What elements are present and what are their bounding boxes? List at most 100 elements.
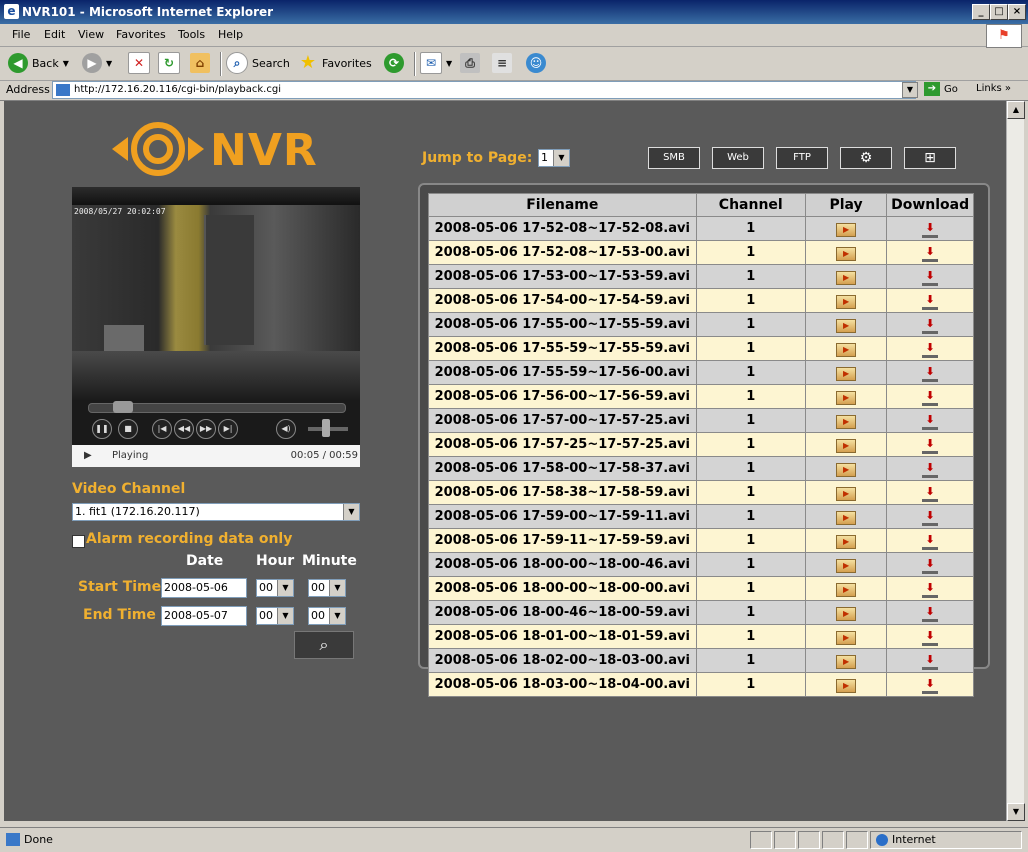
messenger-button[interactable]: ☺ [526, 52, 546, 74]
minimize-button[interactable]: _ [972, 4, 990, 20]
play-button[interactable]: ▶ [836, 414, 857, 429]
download-button[interactable]: ⬇ [922, 629, 939, 646]
play-button[interactable]: ▶ [836, 246, 857, 261]
settings-wrench-icon[interactable]: ⚙ [840, 147, 892, 169]
search-button[interactable]: ⌕ Search [226, 52, 290, 74]
alarm-checkbox[interactable] [72, 535, 85, 548]
download-button[interactable]: ⬇ [922, 221, 939, 238]
play-button[interactable]: ▶ [836, 558, 857, 573]
go-button[interactable]: ➔ Go [924, 82, 958, 96]
play-button[interactable]: ▶ [836, 534, 857, 549]
chevron-down-icon[interactable]: ▼ [277, 580, 293, 596]
mail-button[interactable]: ✉ ▼ [420, 52, 452, 74]
play-button[interactable]: ▶ [836, 510, 857, 525]
download-button[interactable]: ⬇ [922, 389, 939, 406]
start-hour-select[interactable]: 00 ▼ [256, 579, 294, 597]
download-button[interactable]: ⬇ [922, 653, 939, 670]
chevron-down-icon[interactable]: ▼ [553, 150, 569, 166]
chevron-down-icon[interactable]: ▼ [343, 504, 359, 520]
search-submit-button[interactable]: ⌕ [294, 631, 354, 659]
play-button[interactable]: ▶ [836, 318, 857, 333]
end-hour-select[interactable]: 00 ▼ [256, 607, 294, 625]
download-button[interactable]: ⬇ [922, 245, 939, 262]
play-button[interactable]: ▶ [836, 294, 857, 309]
download-button[interactable]: ⬇ [922, 581, 939, 598]
home-button[interactable]: ⌂ [190, 52, 210, 74]
scroll-up-button[interactable]: ▲ [1007, 101, 1025, 119]
download-button[interactable]: ⬇ [922, 437, 939, 454]
stop-playback-button[interactable]: ■ [118, 419, 138, 439]
play-button[interactable]: ▶ [836, 462, 857, 477]
download-button[interactable]: ⬇ [922, 341, 939, 358]
back-button[interactable]: ◀ Back ▼ [8, 52, 69, 74]
address-dropdown-button[interactable]: ▼ [902, 82, 918, 98]
links-button[interactable]: Links » [976, 83, 1011, 94]
start-date-input[interactable]: 2008-05-06 [161, 578, 247, 598]
end-date-input[interactable]: 2008-05-07 [161, 606, 247, 626]
maximize-button[interactable]: □ [990, 4, 1008, 20]
download-button[interactable]: ⬇ [922, 293, 939, 310]
scroll-down-button[interactable]: ▼ [1007, 803, 1025, 821]
seek-bar[interactable] [88, 401, 346, 413]
web-button[interactable]: Web [712, 147, 764, 169]
rewind-button[interactable]: ◀◀ [174, 419, 194, 439]
next-button[interactable]: ▶| [218, 419, 238, 439]
play-button[interactable]: ▶ [836, 366, 857, 381]
play-button[interactable]: ▶ [836, 486, 857, 501]
start-minute-select[interactable]: 00 ▼ [308, 579, 346, 597]
play-button[interactable]: ▶ [836, 222, 857, 237]
fast-forward-button[interactable]: ▶▶ [196, 419, 216, 439]
menu-file[interactable]: File [12, 28, 30, 41]
play-button[interactable]: ▶ [836, 390, 857, 405]
edit-button[interactable]: ≡ [492, 52, 512, 74]
smb-button[interactable]: SMB [648, 147, 700, 169]
play-icon[interactable]: ▶ [84, 450, 92, 461]
chevron-down-icon[interactable]: ▼ [277, 608, 293, 624]
page-select[interactable]: 1 ▼ [538, 149, 570, 167]
stop-button[interactable]: ✕ [128, 52, 150, 74]
video-channel-select[interactable]: 1. fit1 (172.16.20.117) ▼ [72, 503, 360, 521]
previous-button[interactable]: |◀ [152, 419, 172, 439]
play-button[interactable]: ▶ [836, 606, 857, 621]
menu-favorites[interactable]: Favorites [116, 28, 166, 41]
download-button[interactable]: ⬇ [922, 269, 939, 286]
download-button[interactable]: ⬇ [922, 677, 939, 694]
refresh-button[interactable]: ↻ [158, 52, 180, 74]
volume-thumb[interactable] [322, 419, 330, 437]
menu-tools[interactable]: Tools [178, 28, 205, 41]
close-button[interactable]: × [1008, 4, 1026, 20]
download-button[interactable]: ⬇ [922, 317, 939, 334]
ftp-button[interactable]: FTP [776, 147, 828, 169]
menu-edit[interactable]: Edit [44, 28, 65, 41]
download-button[interactable]: ⬇ [922, 605, 939, 622]
history-button[interactable]: ⟳ [384, 52, 404, 74]
play-button[interactable]: ▶ [836, 270, 857, 285]
download-button[interactable]: ⬇ [922, 461, 939, 478]
download-button[interactable]: ⬇ [922, 485, 939, 502]
end-minute-select[interactable]: 00 ▼ [308, 607, 346, 625]
play-button[interactable]: ▶ [836, 582, 857, 597]
download-button[interactable]: ⬇ [922, 533, 939, 550]
play-button[interactable]: ▶ [836, 678, 857, 693]
seek-thumb[interactable] [113, 401, 133, 413]
download-button[interactable]: ⬇ [922, 365, 939, 382]
volume-icon[interactable]: ◀) [276, 419, 296, 439]
menu-view[interactable]: View [78, 28, 104, 41]
menu-help[interactable]: Help [218, 28, 243, 41]
video-frame[interactable]: 2008/05/27 20:02:07 [72, 205, 360, 401]
favorites-button[interactable]: ★ Favorites [298, 52, 372, 74]
address-input[interactable]: http://172.16.20.116/cgi-bin/playback.cg… [52, 81, 916, 99]
layout-user-icon[interactable]: ⊞ [904, 147, 956, 169]
pause-button[interactable]: ❚❚ [92, 419, 112, 439]
play-button[interactable]: ▶ [836, 342, 857, 357]
download-button[interactable]: ⬇ [922, 413, 939, 430]
play-button[interactable]: ▶ [836, 654, 857, 669]
play-button[interactable]: ▶ [836, 630, 857, 645]
vertical-scrollbar[interactable]: ▲ ▼ [1006, 101, 1025, 821]
print-button[interactable]: ⎙ [460, 52, 480, 74]
chevron-down-icon[interactable]: ▼ [329, 580, 345, 596]
forward-button[interactable]: ▶ ▼ [82, 52, 112, 74]
play-button[interactable]: ▶ [836, 438, 857, 453]
download-button[interactable]: ⬇ [922, 509, 939, 526]
download-button[interactable]: ⬇ [922, 557, 939, 574]
